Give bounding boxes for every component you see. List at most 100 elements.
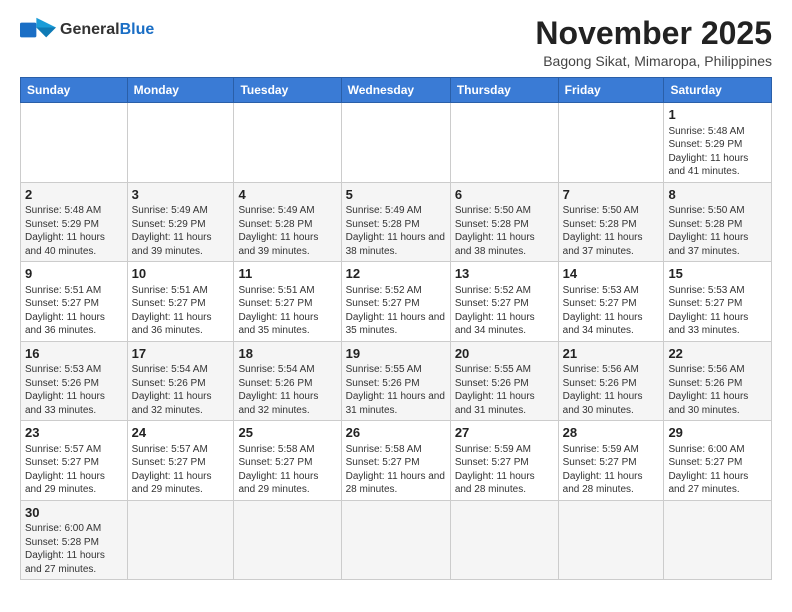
day-number: 4	[238, 186, 336, 204]
day-number: 27	[455, 424, 554, 442]
day-cell: 27Sunrise: 5:59 AM Sunset: 5:27 PM Dayli…	[450, 421, 558, 501]
day-info: Sunrise: 5:48 AM Sunset: 5:29 PM Dayligh…	[668, 125, 767, 179]
week-row-4: 16Sunrise: 5:53 AM Sunset: 5:26 PM Dayli…	[21, 341, 772, 421]
day-info: Sunrise: 5:51 AM Sunset: 5:27 PM Dayligh…	[25, 284, 123, 338]
day-number: 19	[346, 345, 446, 363]
day-info: Sunrise: 5:58 AM Sunset: 5:27 PM Dayligh…	[238, 443, 336, 497]
logo-blue: Blue	[120, 21, 155, 38]
day-number: 22	[668, 345, 767, 363]
day-number: 24	[132, 424, 230, 442]
day-info: Sunrise: 6:00 AM Sunset: 5:28 PM Dayligh…	[25, 522, 123, 576]
day-number: 10	[132, 265, 230, 283]
day-number: 30	[25, 504, 123, 522]
day-info: Sunrise: 5:50 AM Sunset: 5:28 PM Dayligh…	[668, 204, 767, 258]
day-number: 20	[455, 345, 554, 363]
day-cell	[127, 500, 234, 580]
day-cell: 24Sunrise: 5:57 AM Sunset: 5:27 PM Dayli…	[127, 421, 234, 501]
day-cell: 11Sunrise: 5:51 AM Sunset: 5:27 PM Dayli…	[234, 262, 341, 342]
day-cell	[664, 500, 772, 580]
day-info: Sunrise: 5:53 AM Sunset: 5:26 PM Dayligh…	[25, 363, 123, 417]
day-cell	[341, 500, 450, 580]
week-row-3: 9Sunrise: 5:51 AM Sunset: 5:27 PM Daylig…	[21, 262, 772, 342]
title-area: November 2025 Bagong Sikat, Mimaropa, Ph…	[535, 16, 772, 69]
day-number: 29	[668, 424, 767, 442]
logo-text-area: GeneralBlue	[60, 21, 154, 39]
day-number: 28	[563, 424, 660, 442]
header: GeneralBlue November 2025 Bagong Sikat, …	[20, 16, 772, 69]
day-number: 3	[132, 186, 230, 204]
day-number: 14	[563, 265, 660, 283]
day-cell	[127, 103, 234, 183]
day-info: Sunrise: 5:51 AM Sunset: 5:27 PM Dayligh…	[132, 284, 230, 338]
day-info: Sunrise: 5:57 AM Sunset: 5:27 PM Dayligh…	[132, 443, 230, 497]
day-cell: 20Sunrise: 5:55 AM Sunset: 5:26 PM Dayli…	[450, 341, 558, 421]
day-info: Sunrise: 5:56 AM Sunset: 5:26 PM Dayligh…	[563, 363, 660, 417]
day-cell: 18Sunrise: 5:54 AM Sunset: 5:26 PM Dayli…	[234, 341, 341, 421]
day-cell	[558, 500, 664, 580]
day-cell: 4Sunrise: 5:49 AM Sunset: 5:28 PM Daylig…	[234, 182, 341, 262]
day-cell: 21Sunrise: 5:56 AM Sunset: 5:26 PM Dayli…	[558, 341, 664, 421]
day-info: Sunrise: 5:58 AM Sunset: 5:27 PM Dayligh…	[346, 443, 446, 497]
week-row-2: 2Sunrise: 5:48 AM Sunset: 5:29 PM Daylig…	[21, 182, 772, 262]
day-cell	[234, 500, 341, 580]
day-number: 13	[455, 265, 554, 283]
header-saturday: Saturday	[664, 78, 772, 103]
day-cell: 10Sunrise: 5:51 AM Sunset: 5:27 PM Dayli…	[127, 262, 234, 342]
day-info: Sunrise: 5:55 AM Sunset: 5:26 PM Dayligh…	[346, 363, 446, 417]
day-info: Sunrise: 5:50 AM Sunset: 5:28 PM Dayligh…	[563, 204, 660, 258]
day-cell: 22Sunrise: 5:56 AM Sunset: 5:26 PM Dayli…	[664, 341, 772, 421]
day-cell: 5Sunrise: 5:49 AM Sunset: 5:28 PM Daylig…	[341, 182, 450, 262]
day-number: 8	[668, 186, 767, 204]
day-cell: 8Sunrise: 5:50 AM Sunset: 5:28 PM Daylig…	[664, 182, 772, 262]
header-wednesday: Wednesday	[341, 78, 450, 103]
day-cell: 9Sunrise: 5:51 AM Sunset: 5:27 PM Daylig…	[21, 262, 128, 342]
calendar-table: SundayMondayTuesdayWednesdayThursdayFrid…	[20, 77, 772, 580]
day-cell: 2Sunrise: 5:48 AM Sunset: 5:29 PM Daylig…	[21, 182, 128, 262]
day-info: Sunrise: 6:00 AM Sunset: 5:27 PM Dayligh…	[668, 443, 767, 497]
location-subtitle: Bagong Sikat, Mimaropa, Philippines	[535, 53, 772, 69]
day-number: 16	[25, 345, 123, 363]
day-cell: 26Sunrise: 5:58 AM Sunset: 5:27 PM Dayli…	[341, 421, 450, 501]
day-info: Sunrise: 5:55 AM Sunset: 5:26 PM Dayligh…	[455, 363, 554, 417]
day-info: Sunrise: 5:52 AM Sunset: 5:27 PM Dayligh…	[455, 284, 554, 338]
day-number: 7	[563, 186, 660, 204]
day-cell: 15Sunrise: 5:53 AM Sunset: 5:27 PM Dayli…	[664, 262, 772, 342]
day-cell	[450, 500, 558, 580]
day-cell: 28Sunrise: 5:59 AM Sunset: 5:27 PM Dayli…	[558, 421, 664, 501]
day-number: 17	[132, 345, 230, 363]
month-title: November 2025	[535, 16, 772, 51]
week-row-1: 1Sunrise: 5:48 AM Sunset: 5:29 PM Daylig…	[21, 103, 772, 183]
day-cell: 25Sunrise: 5:58 AM Sunset: 5:27 PM Dayli…	[234, 421, 341, 501]
day-cell	[21, 103, 128, 183]
week-row-5: 23Sunrise: 5:57 AM Sunset: 5:27 PM Dayli…	[21, 421, 772, 501]
day-number: 25	[238, 424, 336, 442]
day-number: 15	[668, 265, 767, 283]
generalblue-logo-icon	[20, 16, 56, 44]
day-number: 2	[25, 186, 123, 204]
day-number: 26	[346, 424, 446, 442]
day-cell: 16Sunrise: 5:53 AM Sunset: 5:26 PM Dayli…	[21, 341, 128, 421]
day-info: Sunrise: 5:57 AM Sunset: 5:27 PM Dayligh…	[25, 443, 123, 497]
day-number: 23	[25, 424, 123, 442]
day-number: 1	[668, 106, 767, 124]
day-cell: 17Sunrise: 5:54 AM Sunset: 5:26 PM Dayli…	[127, 341, 234, 421]
header-sunday: Sunday	[21, 78, 128, 103]
day-number: 18	[238, 345, 336, 363]
days-header-row: SundayMondayTuesdayWednesdayThursdayFrid…	[21, 78, 772, 103]
day-cell: 23Sunrise: 5:57 AM Sunset: 5:27 PM Dayli…	[21, 421, 128, 501]
day-number: 5	[346, 186, 446, 204]
day-cell: 13Sunrise: 5:52 AM Sunset: 5:27 PM Dayli…	[450, 262, 558, 342]
day-number: 11	[238, 265, 336, 283]
day-cell: 7Sunrise: 5:50 AM Sunset: 5:28 PM Daylig…	[558, 182, 664, 262]
header-thursday: Thursday	[450, 78, 558, 103]
day-cell	[234, 103, 341, 183]
day-info: Sunrise: 5:48 AM Sunset: 5:29 PM Dayligh…	[25, 204, 123, 258]
day-info: Sunrise: 5:59 AM Sunset: 5:27 PM Dayligh…	[455, 443, 554, 497]
header-friday: Friday	[558, 78, 664, 103]
day-cell	[558, 103, 664, 183]
header-monday: Monday	[127, 78, 234, 103]
day-number: 9	[25, 265, 123, 283]
day-cell: 6Sunrise: 5:50 AM Sunset: 5:28 PM Daylig…	[450, 182, 558, 262]
day-number: 6	[455, 186, 554, 204]
day-info: Sunrise: 5:49 AM Sunset: 5:29 PM Dayligh…	[132, 204, 230, 258]
